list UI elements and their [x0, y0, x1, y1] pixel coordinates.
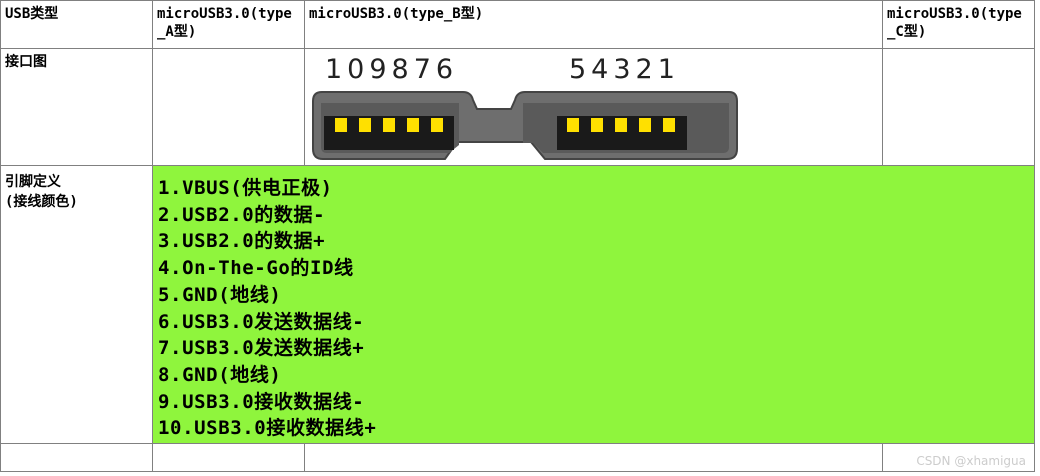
header-usb-type: USB类型	[0, 0, 153, 49]
pin-contact-6	[431, 118, 443, 132]
header-type-b: microUSB3.0(type_B型)	[305, 0, 883, 49]
empty-row-cell-2	[153, 444, 305, 472]
pin-numbers-left: 109876	[325, 54, 458, 85]
pin-contact-2	[639, 118, 651, 132]
pin-definition-item: 4.On-The-Go的ID线	[158, 257, 354, 280]
pin-definitions-cell: 1.VBUS(供电正极) 2.USB2.0的数据- 3.USB2.0的数据+ 4…	[153, 166, 1035, 444]
pin-definition-item: 10.USB3.0接收数据线+	[158, 417, 377, 440]
pins-row-label-line1: 引脚定义	[5, 174, 61, 190]
pin-definition-item: 9.USB3.0接收数据线-	[158, 390, 365, 413]
pin-contact-1	[663, 118, 675, 132]
pin-contact-5	[567, 118, 579, 132]
row-label-pins: 引脚定义 (接线颜色)	[0, 166, 153, 444]
header-type-c: microUSB3.0(type_C型)	[883, 0, 1035, 49]
type-b-connector-cell: 109876 54321	[305, 49, 883, 166]
pin-contact-3	[615, 118, 627, 132]
type-a-connector-cell	[153, 49, 305, 166]
watermark: CSDN @xhamigua	[916, 454, 1026, 468]
pin-contact-9	[359, 118, 371, 132]
header-type-c-label: microUSB3.0(type_C型)	[887, 6, 1022, 40]
empty-row-cell-3	[305, 444, 883, 472]
pin-contact-10	[335, 118, 347, 132]
empty-row-cell-1	[0, 444, 153, 472]
micro-usb3-type-b-connector-diagram: 109876 54321	[312, 54, 738, 160]
pin-contact-8	[383, 118, 395, 132]
pin-definition-item: 6.USB3.0发送数据线-	[158, 310, 365, 333]
pin-definition-item: 3.USB2.0的数据+	[158, 230, 326, 253]
pin-contact-4	[591, 118, 603, 132]
pin-numbers-right: 54321	[569, 54, 680, 85]
header-type-b-label: microUSB3.0(type_B型)	[309, 6, 484, 22]
pin-definition-item: 8.GND(地线)	[158, 363, 282, 386]
pin-definition-item: 7.USB3.0发送数据线+	[158, 337, 365, 360]
pins-row-label-line2: (接线颜色)	[5, 194, 78, 210]
header-type-a-label: microUSB3.0(type_A型)	[157, 6, 292, 40]
header-type-a: microUSB3.0(type_A型)	[153, 0, 305, 49]
type-c-connector-cell	[883, 49, 1035, 166]
row-label-connector: 接口图	[0, 49, 153, 166]
pin-contact-7	[407, 118, 419, 132]
header-usb-type-label: USB类型	[5, 6, 59, 22]
pin-definition-list: 1.VBUS(供电正极) 2.USB2.0的数据- 3.USB2.0的数据+ 4…	[158, 175, 376, 442]
pin-definition-item: 1.VBUS(供电正极)	[158, 177, 333, 199]
connector-row-label: 接口图	[5, 54, 47, 70]
pin-definition-item: 2.USB2.0的数据-	[158, 203, 326, 226]
pin-definition-item: 5.GND(地线)	[158, 283, 282, 306]
